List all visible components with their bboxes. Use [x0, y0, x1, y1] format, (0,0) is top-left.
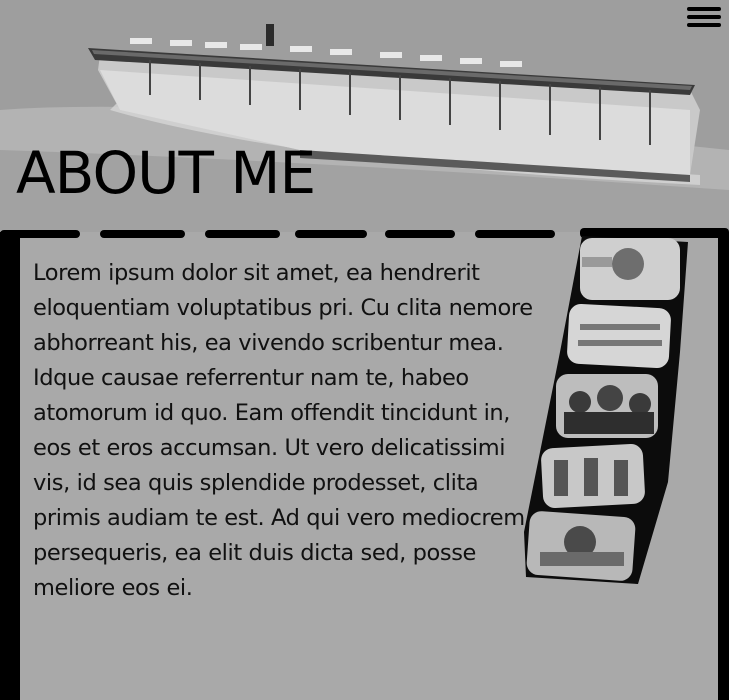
hamburger-menu-icon[interactable]: [685, 5, 723, 29]
ship-deck-photo: [526, 511, 636, 581]
divider-tick: [0, 305, 3, 307]
page-title: ABOUT ME: [16, 139, 316, 207]
photo-filmstrip: [524, 236, 688, 584]
right-border: [718, 232, 729, 700]
officers-group-photo: [556, 374, 658, 438]
hero-banner: ABOUT ME: [0, 0, 729, 232]
sailors-formation-photo: [567, 303, 671, 369]
left-border: [0, 232, 20, 700]
ceremony-photo: [541, 443, 645, 509]
naval-officer-photo: [580, 238, 680, 300]
about-paragraph: Lorem ipsum dolor sit amet, ea hendrerit…: [33, 260, 533, 601]
